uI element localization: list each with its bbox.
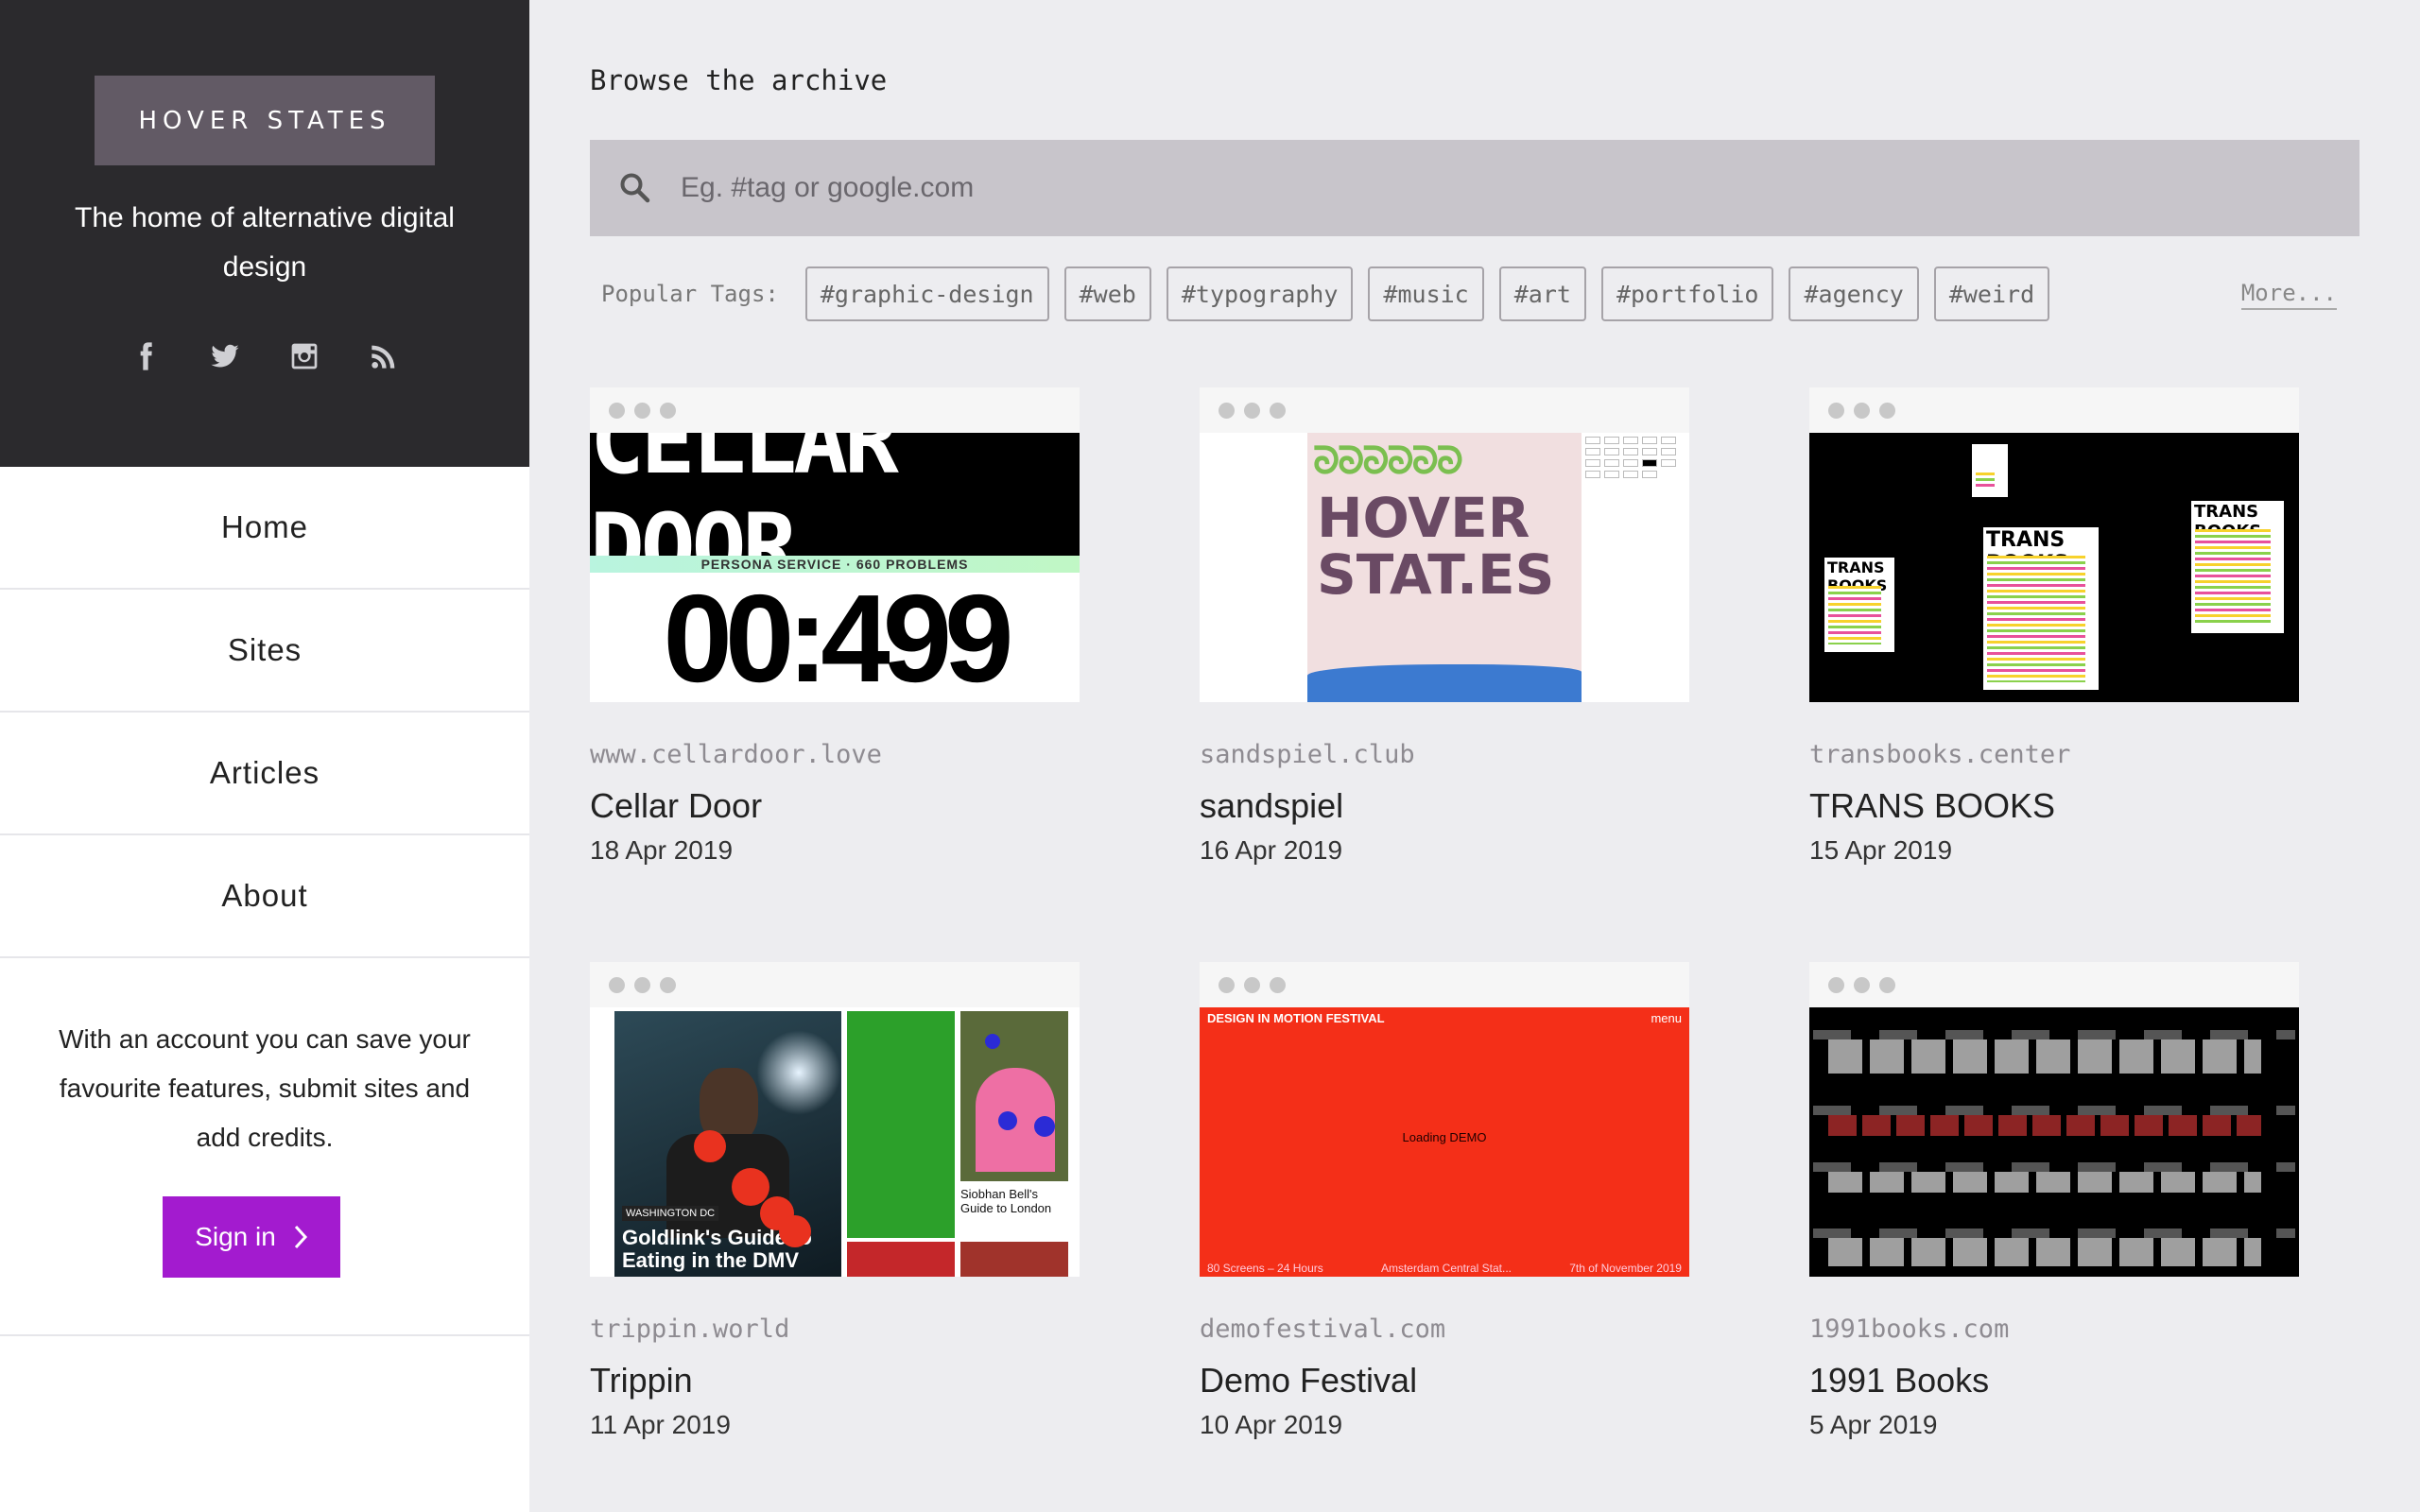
browser-bar [1809, 387, 2299, 433]
more-tags-link[interactable]: More... [2240, 280, 2337, 310]
sidebar: HOVER STATES The home of alternative dig… [0, 0, 529, 1512]
tag-graphic-design[interactable]: #graphic-design [804, 266, 1049, 321]
card-title[interactable]: TRANS BOOKS [1809, 786, 2299, 826]
site-tagline: The home of alternative digital design [75, 202, 455, 283]
thumb-loading: Loading DEMO [1402, 1130, 1487, 1144]
thumbnail-1991-books [1809, 1007, 2299, 1277]
rss-icon[interactable] [368, 340, 400, 372]
thumb-counter: 00:499 +0.0 [663, 569, 1013, 702]
thumb-loops: ᘐᘐᘐᘐᘐᘐ [1313, 440, 1463, 482]
browser-bar [590, 387, 1080, 433]
sign-in-label: Sign in [195, 1222, 276, 1251]
thumbnail-cellar-door: CELLAR DOOR PERSONA SERVICE · 660 PROBLE… [590, 433, 1080, 702]
browser-bar [1200, 962, 1689, 1007]
card-url[interactable]: transbooks.center [1809, 740, 2299, 769]
card-date: 18 Apr 2019 [590, 835, 734, 865]
popular-tags-label: Popular Tags: [601, 281, 779, 307]
card-date: 5 Apr 2019 [1809, 1410, 1938, 1439]
thumb-side-caption: Siobhan Bell's Guide to London [960, 1187, 1052, 1215]
search-bar[interactable] [590, 140, 2360, 236]
thumbnail-trippin: WASHINGTON DC Goldlink's Guide to Eating… [590, 1007, 1080, 1277]
main-nav: Home Sites Articles About [0, 467, 529, 958]
thumbnail-sandspiel: ᘐᘐᘐᘐᘐᘐ HOVER STAT.ES [1200, 433, 1689, 702]
card-date: 16 Apr 2019 [1200, 835, 1343, 865]
thumb-photo-red [847, 1242, 955, 1277]
search-icon [620, 173, 650, 203]
site-screenshot[interactable]: TRANS BOOKS TRANS BOOKS TRANS BOOKS [1809, 387, 2299, 702]
card-title[interactable]: Trippin [590, 1361, 1080, 1400]
page-title: Browse the archive [590, 64, 888, 96]
thumb-side-rail [590, 1007, 614, 1277]
card-date: 11 Apr 2019 [590, 1410, 731, 1439]
facebook-icon[interactable] [130, 340, 162, 372]
tag-agency[interactable]: #agency [1789, 266, 1919, 321]
sign-in-button[interactable]: Sign in [163, 1196, 340, 1278]
card-date: 15 Apr 2019 [1809, 835, 1953, 865]
thumb-toolbar [1582, 433, 1689, 490]
site-screenshot[interactable] [1809, 962, 2299, 1277]
thumbnail-trans-books: TRANS BOOKS TRANS BOOKS TRANS BOOKS [1809, 433, 2299, 702]
account-panel: With an account you can save your favour… [0, 958, 529, 1336]
tag-web[interactable]: #web [1063, 266, 1151, 321]
site-card: CELLAR DOOR PERSONA SERVICE · 660 PROBLE… [590, 387, 1080, 866]
site-screenshot[interactable]: ᘐᘐᘐᘐᘐᘐ HOVER STAT.ES [1200, 387, 1689, 702]
poster: TRANS BOOKS [2191, 501, 2284, 633]
thumb-menu: menu [1651, 1011, 1682, 1025]
tag-portfolio[interactable]: #portfolio [1600, 266, 1774, 321]
card-url[interactable]: 1991books.com [1809, 1314, 2299, 1344]
site-screenshot[interactable]: CELLAR DOOR PERSONA SERVICE · 660 PROBLE… [590, 387, 1080, 702]
sidebar-header: HOVER STATES The home of alternative dig… [0, 0, 529, 467]
thumb-photo-green [847, 1011, 955, 1238]
social-links [0, 340, 529, 372]
card-title[interactable]: sandspiel [1200, 786, 1689, 826]
chevron-right-icon [294, 1225, 307, 1249]
poster: TRANS BOOKS [1983, 527, 2099, 690]
site-screenshot[interactable]: WASHINGTON DC Goldlink's Guide to Eating… [590, 962, 1080, 1277]
thumb-water [1307, 664, 1582, 702]
card-title[interactable]: Demo Festival [1200, 1361, 1689, 1400]
browser-bar [1809, 962, 2299, 1007]
browser-bar [590, 962, 1080, 1007]
tag-music[interactable]: #music [1368, 266, 1484, 321]
card-title[interactable]: Cellar Door [590, 786, 1080, 826]
nav-item-sites[interactable]: Sites [0, 590, 529, 713]
card-url[interactable]: demofestival.com [1200, 1314, 1689, 1344]
site-card: DESIGN IN MOTION FESTIVAL menu Loading D… [1200, 962, 1689, 1440]
card-url[interactable]: www.cellardoor.love [590, 740, 1080, 769]
thumbnail-demo-festival: DESIGN IN MOTION FESTIVAL menu Loading D… [1200, 1007, 1689, 1277]
nav-item-articles[interactable]: Articles [0, 713, 529, 835]
thumb-label: WASHINGTON DC [622, 1206, 719, 1221]
browser-bar [1200, 387, 1689, 433]
poster: TRANS BOOKS [1824, 558, 1894, 652]
card-date: 10 Apr 2019 [1200, 1410, 1343, 1439]
card-url[interactable]: sandspiel.club [1200, 740, 1689, 769]
twitter-icon[interactable] [209, 340, 241, 372]
search-input[interactable] [681, 172, 2288, 204]
thumb-photo-pink [960, 1011, 1068, 1181]
thumb-photo-bottom [960, 1242, 1068, 1277]
site-card: ᘐᘐᘐᘐᘐᘐ HOVER STAT.ES sandspiel.club sand… [1200, 387, 1689, 866]
thumb-canvas: ᘐᘐᘐᘐᘐᘐ HOVER STAT.ES [1307, 433, 1582, 702]
site-card: 1991books.com 1991 Books 5 Apr 2019 [1809, 962, 2299, 1440]
card-title[interactable]: 1991 Books [1809, 1361, 2299, 1400]
site-screenshot[interactable]: DESIGN IN MOTION FESTIVAL menu Loading D… [1200, 962, 1689, 1277]
thumb-glyphs: CELLAR DOOR [590, 433, 1080, 600]
card-url[interactable]: trippin.world [590, 1314, 1080, 1344]
tag-weird[interactable]: #weird [1933, 266, 2050, 321]
site-card: WASHINGTON DC Goldlink's Guide to Eating… [590, 962, 1080, 1440]
thumb-text: HOVER STAT.ES [1317, 486, 1555, 607]
instagram-icon[interactable] [288, 340, 320, 372]
popular-tags: Popular Tags: #graphic-design #web #typo… [601, 266, 2360, 321]
tag-art[interactable]: #art [1498, 266, 1586, 321]
site-logo[interactable]: HOVER STATES [95, 76, 435, 165]
thumb-footer: 80 Screens – 24 Hours Amsterdam Central S… [1207, 1262, 1682, 1275]
site-card: TRANS BOOKS TRANS BOOKS TRANS BOOKS tran… [1809, 387, 2299, 866]
tag-typography[interactable]: #typography [1166, 266, 1354, 321]
account-info-text: With an account you can save your favour… [59, 1024, 471, 1152]
thumb-heading: DESIGN IN MOTION FESTIVAL [1207, 1011, 1385, 1025]
poster [1972, 444, 2008, 497]
nav-item-about[interactable]: About [0, 835, 529, 958]
nav-item-home[interactable]: Home [0, 467, 529, 590]
